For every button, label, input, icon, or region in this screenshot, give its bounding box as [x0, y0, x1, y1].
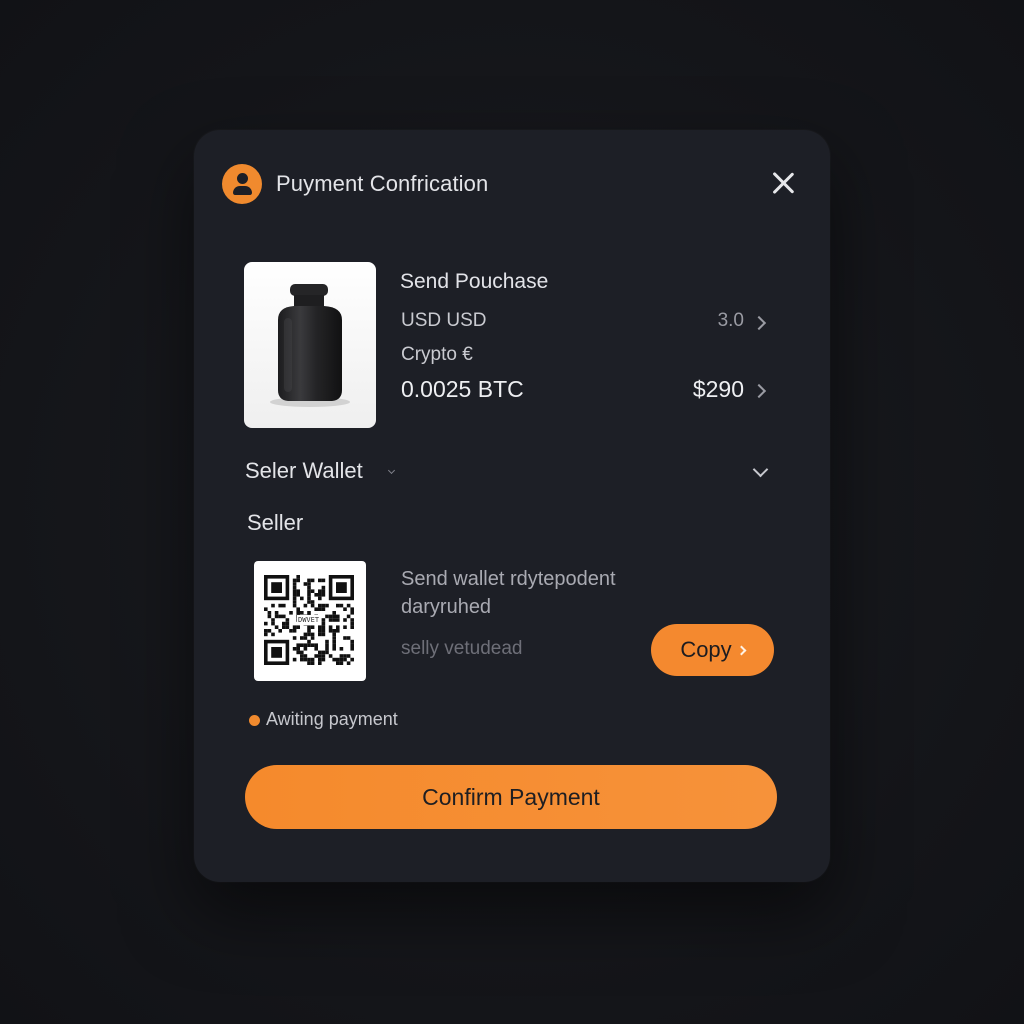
payment-status: Awiting payment [266, 709, 398, 729]
price-value: $290 [692, 376, 744, 402]
chevron-right-icon[interactable] [751, 315, 767, 331]
wallet-address-line2: daryruhed [401, 596, 492, 618]
copy-button-label: Copy [680, 637, 732, 662]
chevron-right-icon[interactable] [751, 383, 767, 399]
user-icon [222, 164, 262, 204]
usd-value: 3.0 [717, 310, 744, 331]
modal-header: Puyment Confrication [222, 164, 488, 204]
wallet-address-hint: selly vetudead [401, 638, 523, 659]
seller-wallet-label: Seler Wallet [245, 458, 363, 483]
close-icon[interactable] [770, 170, 796, 196]
page-backdrop: Puyment Confrication Send Pouchase USD U… [0, 0, 1024, 1024]
chevron-right-icon [736, 645, 747, 655]
status-dot-icon [249, 715, 260, 726]
btc-amount: 0.0025 BTC [401, 376, 524, 402]
product-image [244, 262, 376, 428]
purchase-title: Send Pouchase [400, 270, 549, 293]
chevron-down-icon[interactable] [752, 461, 769, 478]
caret-down-icon [387, 466, 396, 475]
black-bottle-icon [270, 284, 350, 407]
confirm-payment-label: Confirm Payment [422, 783, 600, 810]
modal-title: Puyment Confrication [276, 171, 489, 196]
confirm-payment-button[interactable]: Confirm Payment [245, 765, 777, 829]
qr-code: DWVET [254, 561, 366, 681]
payment-modal: Puyment Confrication Send Pouchase USD U… [194, 130, 830, 882]
qr-caption: DWVET [297, 615, 321, 625]
seller-label: Seller [247, 510, 304, 535]
usd-label: USD USD [401, 310, 487, 331]
copy-button[interactable]: Copy [651, 624, 774, 676]
wallet-address-line1: Send wallet rdytepodent [401, 568, 616, 590]
crypto-label: Crypto € [401, 344, 473, 365]
